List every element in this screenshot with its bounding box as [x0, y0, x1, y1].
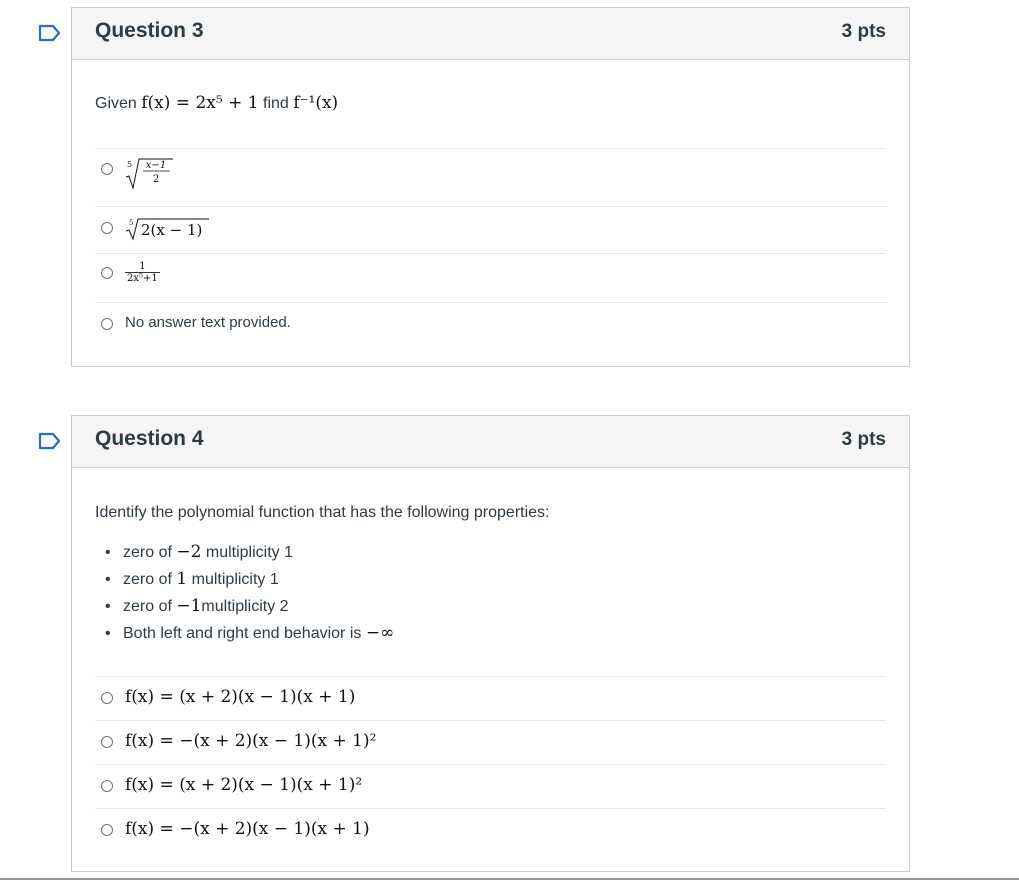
- property-math: −∞: [365, 623, 395, 643]
- property-text: zero of: [123, 571, 177, 588]
- root-radicand: 2(x − 1): [141, 221, 202, 239]
- fraction-numerator: 1: [125, 261, 160, 273]
- answer-option[interactable]: 5 x−1 2: [95, 148, 886, 206]
- flag-question-icon[interactable]: [38, 432, 62, 450]
- prompt-function: f(x) = 2x⁵ + 1: [141, 93, 259, 113]
- answer-label: 5 x−1 2: [125, 157, 175, 191]
- property-math: −2: [176, 542, 202, 562]
- answer-option[interactable]: 5 2(x − 1): [95, 206, 886, 253]
- answer-option[interactable]: f(x) = (x + 2)(x − 1)(x + 1): [95, 676, 886, 720]
- property-math: −1: [176, 596, 202, 616]
- question-header: Question 4 3 pts: [72, 416, 909, 468]
- property-item: zero of −2 multiplicity 1: [105, 539, 394, 566]
- answer-label: No answer text provided.: [125, 314, 291, 331]
- answer-label: f(x) = −(x + 2)(x − 1)(x + 1)²: [125, 731, 377, 751]
- answer-option[interactable]: No answer text provided.: [95, 302, 886, 346]
- radio-button[interactable]: [101, 736, 113, 748]
- answer-label: f(x) = (x + 2)(x − 1)(x + 1)²: [125, 775, 363, 795]
- radio-button[interactable]: [101, 267, 113, 279]
- property-text: zero of: [123, 598, 177, 615]
- property-item: zero of 1 multiplicity 1: [105, 566, 394, 593]
- flag-question-icon[interactable]: [38, 24, 62, 42]
- property-text: multiplicity 2: [201, 598, 289, 615]
- fraction-numerator: x−1: [146, 160, 166, 171]
- radio-button[interactable]: [101, 824, 113, 836]
- radio-button[interactable]: [101, 163, 113, 175]
- question-prompt: Identify the polynomial function that ha…: [95, 504, 550, 521]
- answer-list: f(x) = (x + 2)(x − 1)(x + 1) f(x) = −(x …: [95, 676, 886, 852]
- radio-button[interactable]: [101, 780, 113, 792]
- root-index: 5: [129, 219, 133, 227]
- fifth-root-icon: 5 x−1 2: [125, 158, 173, 190]
- fifth-root-icon: 5 2(x − 1): [125, 218, 209, 241]
- question-prompt: Given f(x) = 2x⁵ + 1 find f⁻¹(x): [95, 93, 338, 113]
- answer-list: 5 x−1 2 5 2(x − 1) 1 2x⁵+1 No answer tex…: [95, 148, 886, 346]
- property-item: Both left and right end behavior is −∞: [105, 620, 395, 647]
- answer-option[interactable]: f(x) = −(x + 2)(x − 1)(x + 1)²: [95, 720, 886, 764]
- property-text: multiplicity 1: [187, 571, 279, 588]
- root-index: 5: [127, 160, 132, 169]
- prompt-text: find: [263, 95, 289, 112]
- property-text: multiplicity 1: [201, 544, 293, 561]
- property-item: zero of −1multiplicity 2: [105, 593, 394, 620]
- question-points: 3 pts: [841, 429, 886, 450]
- radio-button[interactable]: [101, 318, 113, 330]
- properties-list: zero of −2 multiplicity 1 zero of 1 mult…: [95, 539, 394, 647]
- question-4: Question 4 3 pts Identify the polynomial…: [71, 415, 910, 872]
- answer-label: 5 2(x − 1): [125, 216, 215, 242]
- question-title: Question 4: [95, 427, 204, 450]
- radio-button[interactable]: [101, 692, 113, 704]
- answer-label: f(x) = −(x + 2)(x − 1)(x + 1): [125, 819, 370, 839]
- answer-option[interactable]: f(x) = −(x + 2)(x − 1)(x + 1): [95, 808, 886, 852]
- question-points: 3 pts: [841, 21, 886, 42]
- prompt-text: Given: [95, 95, 137, 112]
- answer-option[interactable]: 1 2x⁵+1: [95, 253, 886, 302]
- answer-option[interactable]: f(x) = (x + 2)(x − 1)(x + 1)²: [95, 764, 886, 808]
- answer-label: 1 2x⁵+1: [125, 261, 160, 284]
- property-text: Both left and right end behavior is: [123, 625, 366, 642]
- question-3: Question 3 3 pts Given f(x) = 2x⁵ + 1 fi…: [71, 7, 910, 367]
- property-math: 1: [176, 569, 188, 589]
- fraction-denominator: 2: [153, 174, 159, 185]
- question-header: Question 3 3 pts: [72, 8, 909, 60]
- property-text: zero of: [123, 544, 177, 561]
- fraction-denominator: 2x⁵+1: [127, 273, 158, 284]
- question-title: Question 3: [95, 19, 204, 42]
- radio-button[interactable]: [101, 222, 113, 234]
- prompt-inverse: f⁻¹(x): [293, 93, 339, 113]
- answer-label: f(x) = (x + 2)(x − 1)(x + 1): [125, 687, 356, 707]
- fraction: 1 2x⁵+1: [125, 261, 160, 284]
